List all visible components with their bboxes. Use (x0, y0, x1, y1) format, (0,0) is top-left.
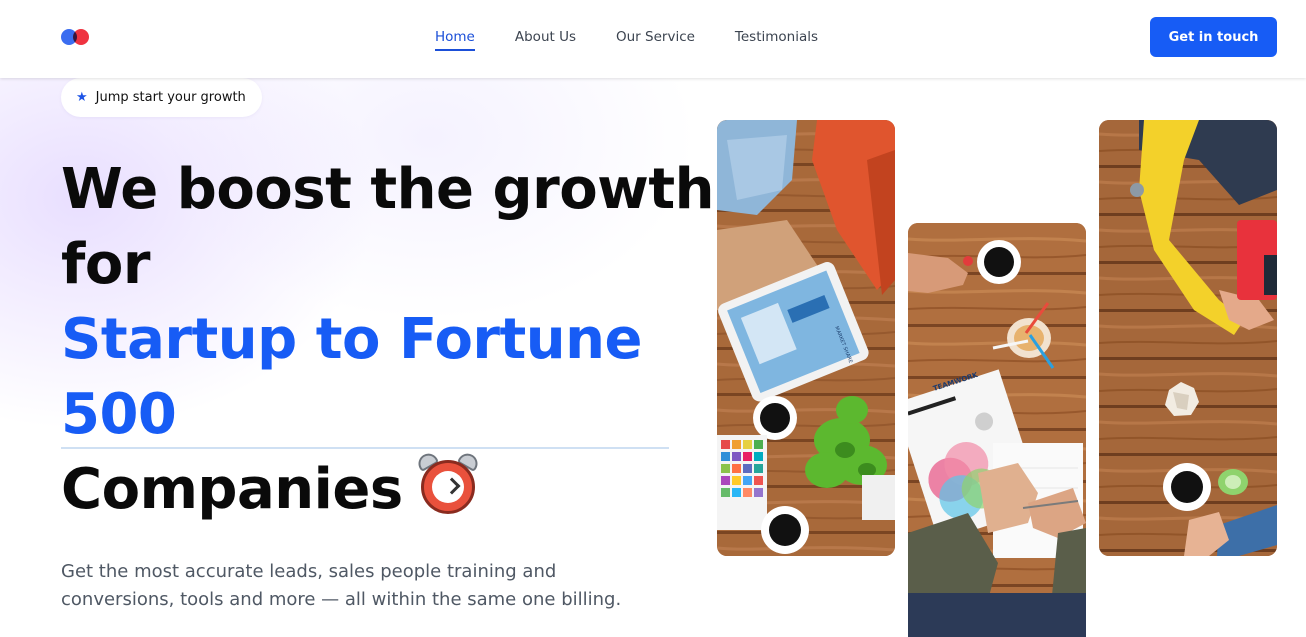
headline-divider (61, 447, 669, 449)
nav-our-service[interactable]: Our Service (616, 28, 695, 51)
hero-badge-text: Jump start your growth (95, 90, 246, 105)
headline-line-1: We boost the growth (61, 157, 715, 222)
get-in-touch-button[interactable]: Get in touch (1150, 17, 1277, 57)
headline-line-3: Companies (61, 449, 714, 527)
nav-home[interactable]: Home (435, 28, 475, 51)
site-header: Home About Us Our Service Testimonials G… (0, 0, 1306, 78)
headline-highlight-line-1: Startup to Fortune (61, 307, 643, 372)
hero-headline: We boost the growth for Startup to Fortu… (61, 152, 715, 527)
headline-line-2: for (61, 232, 150, 297)
gallery-image-3 (1099, 120, 1277, 556)
star-icon: ★ (76, 90, 88, 105)
hero-badge: ★ Jump start your growth (61, 78, 262, 117)
alarm-clock-icon (414, 449, 481, 516)
nav-about-us[interactable]: About Us (515, 28, 576, 51)
brand-logo[interactable] (61, 29, 91, 45)
hero-description-line-1: Get the most accurate leads, sales peopl… (61, 561, 557, 582)
headline-companies: Companies (61, 457, 403, 522)
gallery-image-1: MARKET SHARE (717, 120, 895, 556)
hero-description: Get the most accurate leads, sales peopl… (61, 558, 661, 614)
main-nav: Home About Us Our Service Testimonials (435, 28, 818, 51)
hero-description-line-2: conversions, tools and more — all within… (61, 589, 622, 610)
nav-testimonials[interactable]: Testimonials (735, 28, 818, 51)
gallery-image-2: TEAMWORK (908, 223, 1086, 637)
headline-highlight-line-2: 500 (61, 382, 177, 447)
logo-red-dot (73, 29, 89, 45)
